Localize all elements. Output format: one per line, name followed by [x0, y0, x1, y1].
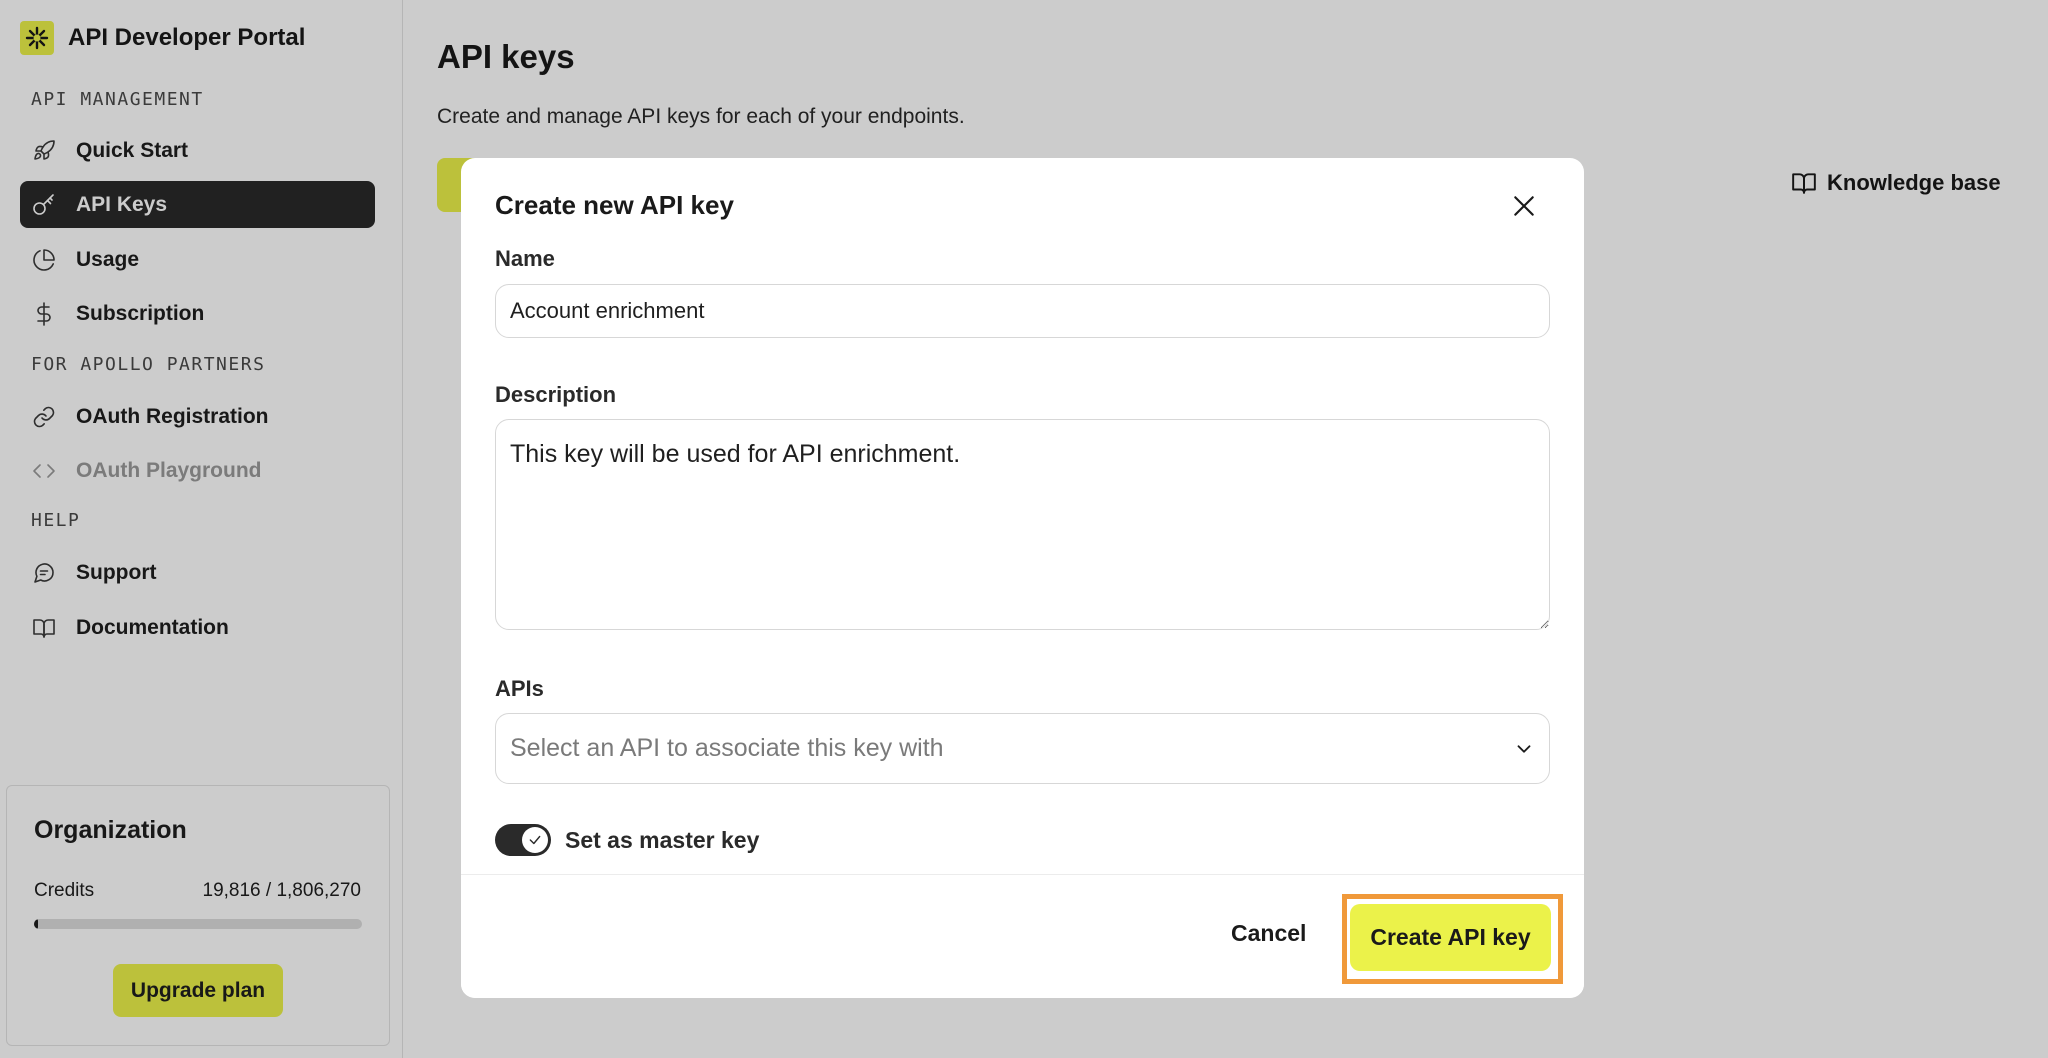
modal-title: Create new API key: [495, 190, 734, 220]
master-key-label: Set as master key: [565, 826, 760, 853]
description-label: Description: [495, 382, 617, 407]
create-api-key-button[interactable]: Create API key: [1350, 904, 1551, 971]
close-button[interactable]: [1506, 188, 1542, 224]
chevron-down-icon: [1517, 744, 1531, 753]
master-key-toggle[interactable]: [495, 824, 551, 856]
apis-select[interactable]: Select an API to associate this key with: [495, 713, 1550, 784]
check-icon: [529, 835, 541, 845]
master-key-row: Set as master key: [495, 824, 759, 856]
name-label: Name: [495, 246, 555, 271]
create-api-key-dialog: Create new API key Name Description This…: [461, 158, 1584, 998]
apis-label: APIs: [495, 676, 544, 701]
toggle-knob: [522, 827, 548, 853]
description-textarea[interactable]: This key will be used for API enrichment…: [495, 419, 1550, 630]
close-icon: [1514, 196, 1534, 216]
name-input[interactable]: [495, 284, 1550, 338]
apis-select-placeholder: Select an API to associate this key with: [510, 734, 944, 762]
cancel-button[interactable]: Cancel: [1231, 920, 1306, 947]
modal-footer: Cancel Create API key: [461, 874, 1584, 998]
